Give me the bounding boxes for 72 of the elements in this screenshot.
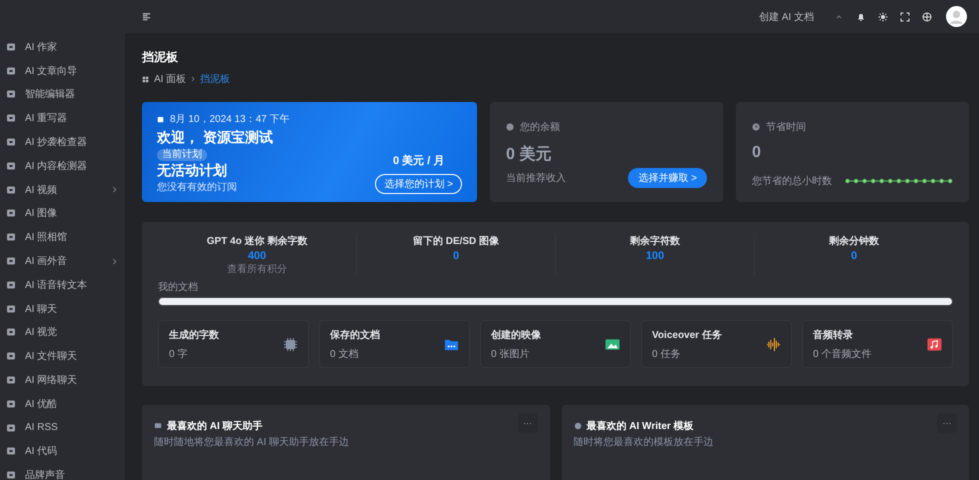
bell-icon[interactable]: [856, 12, 866, 22]
stat-label: 剩余分钟数: [829, 234, 879, 248]
sidebar-item[interactable]: AI 照相馆: [0, 225, 125, 250]
sidebar-item[interactable]: AI 网络聊天: [0, 368, 125, 392]
sidebar-item[interactable]: AI 优酷: [0, 392, 125, 416]
tile-title: 音频转录: [813, 328, 854, 342]
breadcrumb-link[interactable]: 挡泥板: [200, 72, 230, 86]
card-note: 您节省的总小时数: [752, 174, 832, 188]
sidebar-item[interactable]: AI 重写器: [0, 106, 125, 130]
sidebar-item[interactable]: AI 抄袭检查器: [0, 130, 125, 154]
grid-icon: [142, 76, 149, 82]
plan-note: 您没有有效的订阅: [157, 181, 237, 194]
stat-value: 100: [646, 250, 664, 262]
tile-value: 0 任务: [652, 348, 682, 360]
sidebar-item[interactable]: AI 图像: [0, 202, 125, 226]
sun-icon[interactable]: [878, 12, 888, 22]
card-title: 最喜欢的 AI Writer 模板: [586, 420, 694, 433]
card-subtitle: 随时将您最喜欢的模板放在手边: [574, 436, 714, 449]
sidebar-item[interactable]: AI 画外音: [0, 249, 125, 273]
tile-title: Voiceover 任务: [652, 328, 722, 342]
calendar-icon: [157, 116, 164, 122]
progress-label: 我的文档: [158, 280, 199, 294]
fullscreen-icon[interactable]: [900, 12, 910, 22]
sidebar-item[interactable]: AI 代码: [0, 440, 125, 464]
balance-amount: 0 美元: [506, 144, 552, 165]
more-button[interactable]: ···: [518, 413, 538, 433]
tile-value: 0 张图片: [491, 348, 530, 360]
page-title: 挡泥板: [142, 49, 179, 66]
tile-title: 创建的映像: [491, 328, 541, 342]
sidebar-item[interactable]: AI 文件聊天: [0, 344, 125, 368]
price-text: 0 美元 / 月: [393, 153, 444, 168]
tile-title: 生成的字数: [169, 328, 219, 342]
earn-button[interactable]: 选择并赚取 >: [628, 168, 707, 188]
tile-value: 0 字: [169, 348, 188, 360]
avatar[interactable]: [946, 6, 967, 27]
sidebar-item[interactable]: 智能编辑器: [0, 82, 125, 106]
date-text: 8月 10，2024 13：47 下午: [170, 113, 290, 126]
sidebar-item[interactable]: AI 语音转文本: [0, 272, 125, 297]
tile-value: 0 文档: [330, 348, 360, 360]
breadcrumb-link[interactable]: AI 面板: [154, 72, 186, 86]
greeting-text: 欢迎， 资源宝测试: [157, 129, 274, 147]
card-note: 当前推荐收入: [506, 172, 566, 185]
create-document-button[interactable]: 创建 AI 文档: [758, 10, 814, 24]
plan-badge: 当前计划: [157, 149, 207, 161]
sidebar-item[interactable]: AI 视觉: [0, 320, 125, 344]
sidebar-item[interactable]: AI 视频: [0, 178, 125, 202]
stat-value: 0: [850, 250, 858, 262]
view-credits-link[interactable]: 查看所有积分: [227, 262, 287, 276]
sidebar-item[interactable]: AI 文章向导: [0, 58, 125, 83]
clock-icon: [752, 123, 760, 131]
chevron-icon: [191, 76, 196, 82]
sidebar-item[interactable]: AI 聊天: [0, 296, 125, 321]
stat-label: 留下的 DE/SD 图像: [412, 234, 500, 248]
sidebar-item[interactable]: AI 作家: [0, 35, 125, 59]
more-button[interactable]: ···: [937, 413, 957, 433]
card-label: 您的余额: [520, 120, 560, 134]
plan-name: 无活动计划: [157, 162, 227, 180]
hours-amount: 0: [752, 144, 762, 162]
sidebar-item[interactable]: 品牌声音: [0, 463, 125, 480]
stat-value: 400: [248, 250, 266, 262]
menu-icon[interactable]: [142, 12, 151, 21]
card-label: 节省时间: [766, 120, 806, 134]
stat-value: 0: [452, 250, 460, 262]
sidebar-item[interactable]: AI 内容检测器: [0, 154, 125, 178]
card-subtitle: 随时随地将您最喜欢的 AI 聊天助手放在手边: [154, 436, 350, 449]
tile-value: 0 个音频文件: [813, 348, 872, 360]
stat-label: GPT 4o 迷你 剩余字数: [206, 234, 308, 248]
choose-plan-button[interactable]: 选择您的计划 >: [375, 174, 462, 194]
stat-label: 剩余字符数: [630, 234, 680, 248]
sidebar-item[interactable]: AI RSS: [0, 416, 125, 440]
tile-title: 保存的文档: [330, 328, 380, 342]
card-title: 最喜欢的 AI 聊天助手: [167, 420, 263, 433]
